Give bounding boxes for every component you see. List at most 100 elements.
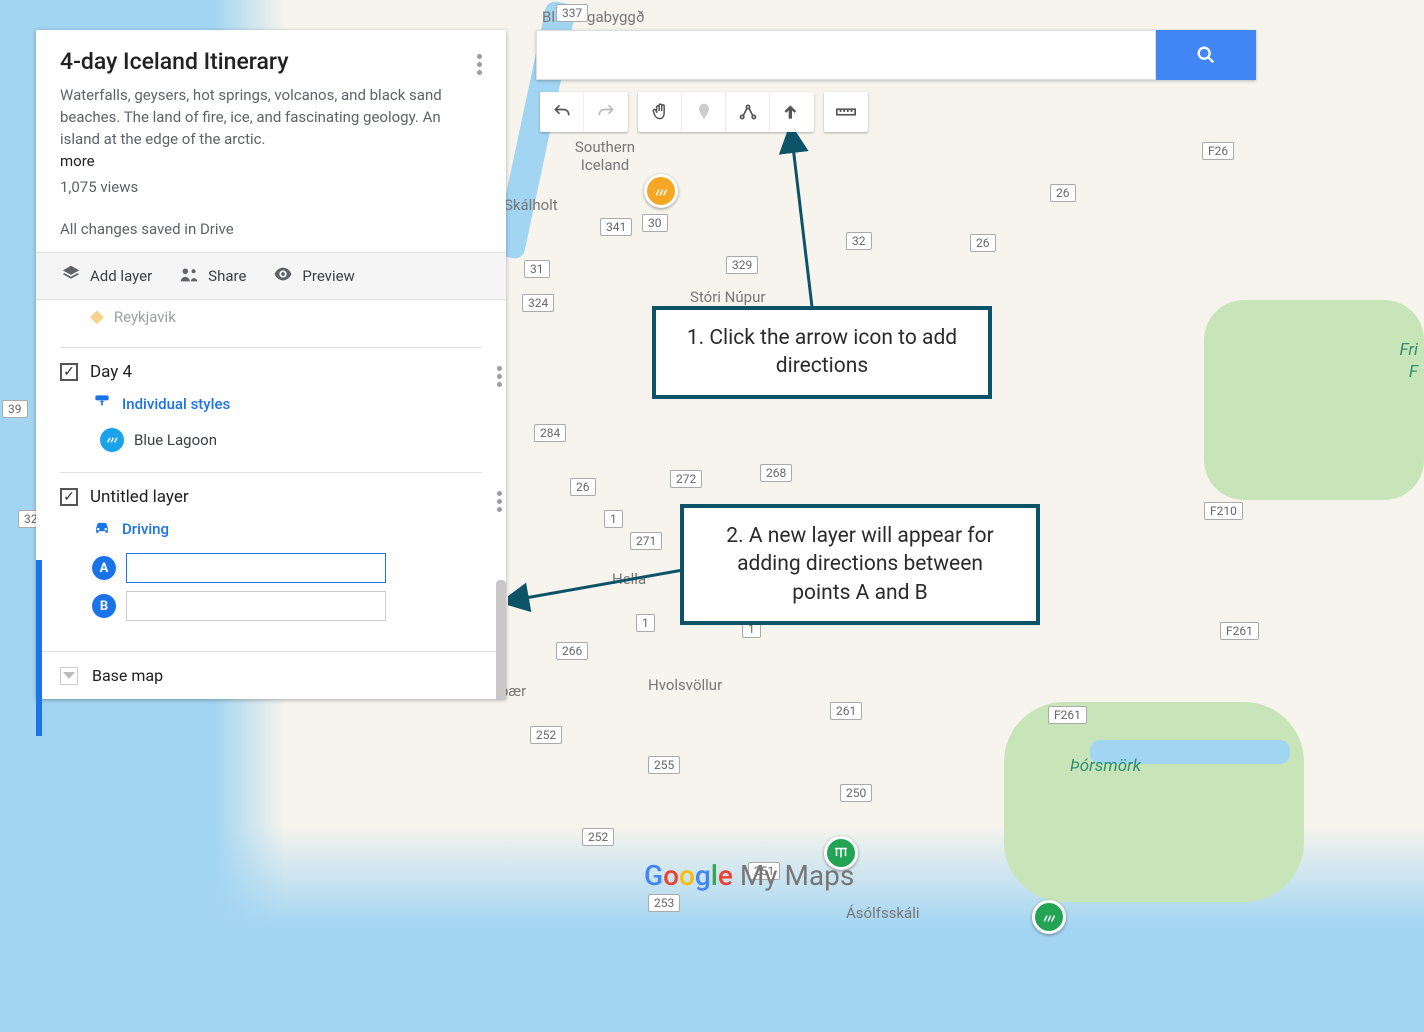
search-button[interactable] (1156, 30, 1256, 80)
add-layer-label: Add layer (90, 267, 152, 285)
draw-line-button[interactable] (726, 92, 770, 132)
road-badge: 261 (830, 702, 862, 720)
annotation-arrow (508, 560, 688, 620)
waypoint-a-badge: A (92, 556, 116, 580)
road-badge: 32 (846, 232, 872, 250)
annotation-arrow (772, 132, 832, 312)
base-map-row[interactable]: Base map (36, 651, 506, 699)
road-badge: 26 (970, 234, 996, 252)
redo-button[interactable] (584, 92, 628, 132)
annotation-callout-1: 1. Click the arrow icon to add direction… (652, 306, 992, 399)
layer-title[interactable]: Day 4 (90, 362, 132, 382)
preview-label: Preview (302, 267, 354, 285)
place-label: Skálholt (504, 196, 558, 214)
road-badge: 266 (556, 642, 588, 660)
park-label: Fri (1400, 340, 1419, 360)
map-options-menu[interactable] (471, 48, 488, 81)
layer-untitled-directions: ✓ Untitled layer Driving A B (36, 473, 506, 639)
add-layer-button[interactable]: Add layer (60, 263, 152, 289)
share-label: Share (208, 267, 246, 285)
layer-title[interactable]: Untitled layer (90, 487, 189, 507)
hotspring-marker[interactable] (644, 174, 678, 208)
map-title[interactable]: 4-day Iceland Itinerary (60, 48, 482, 75)
ruler-icon (835, 101, 857, 123)
road-badge: 26 (1050, 184, 1076, 202)
list-item[interactable]: ◆ Reykjavik (60, 300, 482, 333)
place-label: Ásólfsskáli (846, 904, 919, 922)
undo-icon (552, 102, 572, 122)
undo-redo-group (540, 92, 628, 132)
more-link[interactable]: more (60, 152, 95, 170)
road-badge: 255 (648, 756, 680, 774)
scrollbar-thumb[interactable] (496, 580, 506, 699)
road-badge: F210 (1204, 502, 1243, 520)
road-badge: F261 (1048, 706, 1087, 724)
eye-icon (272, 263, 294, 289)
terrain-patch (1204, 300, 1424, 500)
draw-tools-group (638, 92, 814, 132)
road-badge: 284 (534, 424, 566, 442)
annotation-text: 2. A new layer will appear for adding di… (726, 524, 993, 605)
style-picker-link[interactable]: Individual styles (60, 382, 482, 422)
road-badge: 250 (840, 784, 872, 802)
place-label: Stóri Núpur (690, 288, 765, 306)
waypoint-b-input[interactable] (126, 591, 386, 621)
road-badge: 26 (570, 478, 596, 496)
share-icon (178, 263, 200, 289)
road-badge: 1 (604, 510, 623, 528)
layer-options-menu[interactable] (493, 362, 506, 391)
road-badge: 252 (582, 828, 614, 846)
road-badge: 337 (556, 4, 588, 22)
selected-layer-indicator (36, 560, 42, 736)
google-my-maps-logo: Google My Maps (644, 859, 854, 892)
road-badge: 324 (522, 294, 554, 312)
search-input[interactable] (536, 30, 1156, 80)
waypoint-b-badge: B (92, 594, 116, 618)
layer-visibility-checkbox[interactable]: ✓ (60, 488, 78, 506)
annotation-callout-2: 2. A new layer will appear for adding di… (680, 504, 1040, 625)
add-marker-button[interactable] (682, 92, 726, 132)
place-label: Hvolsvöllur (648, 676, 722, 694)
waypoint-a-row: A (60, 549, 482, 587)
terrain-patch (1004, 702, 1304, 902)
pan-tool-button[interactable] (638, 92, 682, 132)
add-directions-button[interactable] (770, 92, 814, 132)
road-badge: 268 (760, 464, 792, 482)
hand-icon (650, 102, 670, 122)
waypoint-b-row: B (60, 587, 482, 625)
base-map-label: Base map (92, 666, 163, 685)
polyline-icon (738, 102, 758, 122)
layer-options-menu[interactable] (493, 487, 506, 516)
share-button[interactable]: Share (178, 263, 246, 289)
panel-toolbar: Add layer Share Preview (36, 252, 506, 300)
hotspring-marker[interactable] (1032, 900, 1066, 934)
road-badge: 271 (630, 532, 662, 550)
panel-header: 4-day Iceland Itinerary Waterfalls, geys… (36, 30, 506, 252)
travel-mode-label: Driving (122, 520, 169, 538)
place-name: Blue Lagoon (134, 431, 217, 449)
view-count: 1,075 views (60, 178, 482, 196)
preview-button[interactable]: Preview (272, 263, 354, 289)
road-badge: 272 (670, 470, 702, 488)
measure-button[interactable] (824, 92, 868, 132)
marker-icon (694, 102, 714, 122)
road-badge: 341 (600, 218, 632, 236)
waypoint-a-input[interactable] (126, 553, 386, 583)
style-label: Individual styles (122, 395, 230, 413)
marker-icon: ◆ (90, 306, 104, 327)
park-label: Þórsmörk (1070, 756, 1141, 776)
road-badge: 329 (726, 256, 758, 274)
travel-mode-picker[interactable]: Driving (60, 507, 482, 549)
list-item[interactable]: Blue Lagoon (60, 422, 482, 458)
place-name: Reykjavik (114, 308, 176, 326)
road-badge: F261 (1220, 622, 1259, 640)
layer-visibility-checkbox[interactable]: ✓ (60, 363, 78, 381)
layers-list: ◆ Reykjavik ✓ Day 4 Individual styles (36, 300, 506, 699)
undo-button[interactable] (540, 92, 584, 132)
road-badge: 39 (2, 400, 28, 418)
annotation-text: 1. Click the arrow icon to add direction… (687, 326, 957, 378)
layer-day4: ✓ Day 4 Individual styles Blue Lagoon (36, 348, 506, 472)
chevron-down-icon (60, 667, 78, 685)
park-label: F (1409, 362, 1418, 382)
car-icon (92, 517, 112, 541)
